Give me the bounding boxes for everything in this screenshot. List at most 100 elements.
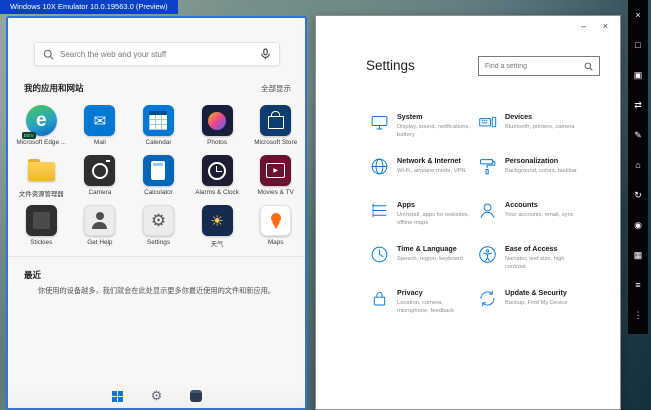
show-all-link[interactable]: 全部显示 xyxy=(261,83,291,94)
category-label: Time & Language xyxy=(397,244,463,253)
network-icon xyxy=(370,157,389,176)
more-icon[interactable]: ⋮ xyxy=(634,300,643,330)
category-label: System xyxy=(397,112,473,121)
get-help-icon xyxy=(84,205,115,236)
app-label: Maps xyxy=(268,239,284,246)
apps-section-title: 我的应用和网站 xyxy=(24,82,84,94)
calendar-icon xyxy=(143,105,174,136)
category-label: Ease of Access xyxy=(505,244,581,253)
taskbar-files-icon[interactable] xyxy=(189,390,202,403)
category-privacy[interactable]: Privacy Location, camera, microphone, fe… xyxy=(370,288,478,332)
devices-icon xyxy=(478,113,497,132)
app-microsoft-store[interactable]: Microsoft Store xyxy=(246,102,305,152)
app-calculator[interactable]: Calculator xyxy=(129,152,188,202)
settings-search-box[interactable] xyxy=(478,56,600,76)
app-label: 天气 xyxy=(211,239,224,248)
category-desc: Wi-Fi, airplane mode, VPN xyxy=(397,167,466,175)
app-microsoft-edge[interactable]: DEV Microsoft Edge ... xyxy=(12,102,71,152)
app-label: Get Help xyxy=(87,239,112,246)
emulator-side-toolbar: × □ ▣ ⇄ ✎ ⌂ ↻ ◉ ▦ ≡ ⋮ xyxy=(628,0,648,334)
photos-icon xyxy=(202,105,233,136)
settings-search-input[interactable] xyxy=(485,63,580,70)
app-maps[interactable]: Maps xyxy=(246,202,305,252)
category-desc: Background, colors, taskbar xyxy=(505,167,577,175)
weather-icon xyxy=(202,205,233,236)
category-desc: Bluetooth, printers, camera xyxy=(505,123,575,131)
app-label: Photos xyxy=(207,139,227,146)
app-settings[interactable]: Settings xyxy=(129,202,188,252)
settings-window: – × Settings System Display, sound, noti… xyxy=(315,15,621,410)
taskbar-settings-icon[interactable] xyxy=(150,390,163,403)
app-alarms-clock[interactable]: Alarms & Clock xyxy=(188,152,247,202)
category-desc: Backup, Find My Device xyxy=(505,299,568,307)
record-icon[interactable]: ◉ xyxy=(634,210,642,240)
recent-section: 最近 xyxy=(8,256,305,283)
app-calendar[interactable]: Calendar xyxy=(129,102,188,152)
app-label: Mail xyxy=(94,139,106,146)
category-desc: Speech, region, keyboard xyxy=(397,255,463,263)
app-get-help[interactable]: Get Help xyxy=(71,202,130,252)
app-label: Settings xyxy=(147,239,170,246)
windows-start-icon[interactable] xyxy=(111,390,124,403)
settings-gear-icon xyxy=(143,205,174,236)
category-personalization[interactable]: Personalization Background, colors, task… xyxy=(478,156,586,200)
app-label: 文件资源管理器 xyxy=(19,189,64,198)
app-file-explorer[interactable]: 文件资源管理器 xyxy=(12,152,71,202)
window-icon[interactable]: □ xyxy=(635,30,640,60)
category-system[interactable]: System Display, sound, notifications, ba… xyxy=(370,112,478,156)
launcher-search-bar[interactable] xyxy=(34,42,280,66)
microphone-icon[interactable] xyxy=(260,48,271,60)
app-stickies[interactable]: Stickies xyxy=(12,202,71,252)
app-photos[interactable]: Photos xyxy=(188,102,247,152)
category-desc: Your accounts, email, sync xyxy=(505,211,574,219)
category-label: Apps xyxy=(397,200,473,209)
app-movies-tv[interactable]: Movies & TV xyxy=(246,152,305,202)
mail-icon xyxy=(84,105,115,136)
category-accounts[interactable]: Accounts Your accounts, email, sync xyxy=(478,200,586,244)
app-label: Microsoft Edge ... xyxy=(16,139,66,146)
settings-categories: System Display, sound, notifications, ba… xyxy=(370,112,586,332)
search-icon xyxy=(43,49,54,60)
category-network-internet[interactable]: Network & Internet Wi-Fi, airplane mode,… xyxy=(370,156,478,200)
category-apps[interactable]: Apps Uninstall, apps for websites, offli… xyxy=(370,200,478,244)
switch-icon[interactable]: ⇄ xyxy=(634,90,642,120)
category-ease-of-access[interactable]: Ease of Access Narrator, text size, high… xyxy=(478,244,586,288)
app-weather[interactable]: 天气 xyxy=(188,202,247,252)
apps-icon xyxy=(370,201,389,220)
list-icon[interactable]: ≡ xyxy=(635,270,640,300)
app-mail[interactable]: Mail xyxy=(71,102,130,152)
launcher-panel: 我的应用和网站 全部显示 DEV Microsoft Edge ... Mail… xyxy=(6,16,307,410)
search-icon xyxy=(584,62,593,71)
rotate-icon[interactable]: ↻ xyxy=(634,180,642,210)
home-icon[interactable]: ⌂ xyxy=(635,150,640,180)
category-desc: Location, camera, microphone, feedback xyxy=(397,299,473,316)
grid-icon[interactable]: ▦ xyxy=(634,240,643,270)
stickies-icon xyxy=(26,205,57,236)
folder-icon xyxy=(26,155,57,186)
update-security-icon xyxy=(478,289,497,308)
pen-icon[interactable]: ✎ xyxy=(634,120,642,150)
launcher-search-input[interactable] xyxy=(60,50,254,59)
category-label: Devices xyxy=(505,112,575,121)
close-icon[interactable]: × xyxy=(635,0,640,30)
category-label: Personalization xyxy=(505,156,577,165)
store-icon xyxy=(260,105,291,136)
category-label: Privacy xyxy=(397,288,473,297)
snapshot-icon[interactable]: ▣ xyxy=(634,60,643,90)
category-devices[interactable]: Devices Bluetooth, printers, camera xyxy=(478,112,586,156)
category-time-language[interactable]: Time & Language Speech, region, keyboard xyxy=(370,244,478,288)
category-update-security[interactable]: Update & Security Backup, Find My Device xyxy=(478,288,586,332)
recent-section-title: 最近 xyxy=(24,270,41,280)
accounts-icon xyxy=(478,201,497,220)
app-grid: DEV Microsoft Edge ... Mail Calendar Pho… xyxy=(12,102,305,252)
category-label: Network & Internet xyxy=(397,156,466,165)
close-button[interactable]: × xyxy=(603,21,608,31)
calculator-icon xyxy=(143,155,174,186)
category-label: Accounts xyxy=(505,200,574,209)
app-camera[interactable]: Camera xyxy=(71,152,130,202)
minimize-button[interactable]: – xyxy=(581,21,586,31)
emulator-title-bar: Windows 10X Emulator 10.0.19563.0 (Previ… xyxy=(0,0,178,14)
personalization-icon xyxy=(478,157,497,176)
recent-empty-text: 你使用的设备越多，我们就会在此处显示更多你最近使用的文件和新应用。 xyxy=(20,286,293,296)
category-label: Update & Security xyxy=(505,288,568,297)
